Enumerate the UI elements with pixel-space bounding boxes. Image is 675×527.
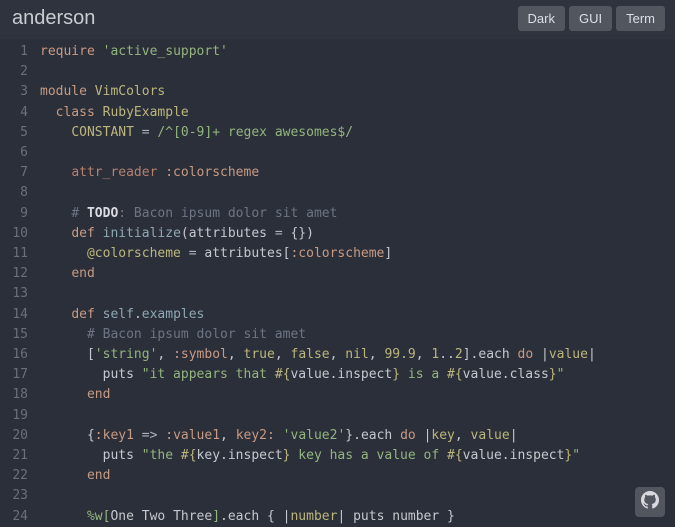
code-line: 9 # TODO: Bacon ipsum dolor sit amet bbox=[0, 204, 675, 224]
code-line: 3module VimColors bbox=[0, 82, 675, 102]
line-number: 7 bbox=[0, 163, 32, 183]
line-number: 23 bbox=[0, 486, 32, 506]
line-number: 22 bbox=[0, 466, 32, 486]
colorscheme-title: anderson bbox=[12, 7, 95, 30]
line-content: # Bacon ipsum dolor sit amet bbox=[32, 325, 306, 345]
line-content: def initialize(attributes = {}) bbox=[32, 224, 314, 244]
code-line: 23 bbox=[0, 486, 675, 506]
code-editor: 1require 'active_support'23module VimCol… bbox=[0, 39, 675, 527]
line-number: 16 bbox=[0, 345, 32, 365]
line-content: @colorscheme = attributes[:colorscheme] bbox=[32, 244, 392, 264]
line-content: end bbox=[32, 466, 110, 486]
line-number: 4 bbox=[0, 103, 32, 123]
code-line: 1require 'active_support' bbox=[0, 42, 675, 62]
code-line: 2 bbox=[0, 62, 675, 82]
line-content: # TODO: Bacon ipsum dolor sit amet bbox=[32, 204, 337, 224]
line-number: 15 bbox=[0, 325, 32, 345]
line-content: CONSTANT = /^[0-9]+ regex awesomes$/ bbox=[32, 123, 353, 143]
gui-button[interactable]: GUI bbox=[569, 6, 612, 31]
line-number: 20 bbox=[0, 426, 32, 446]
line-content: module VimColors bbox=[32, 82, 165, 102]
line-number: 6 bbox=[0, 143, 32, 163]
line-number: 11 bbox=[0, 244, 32, 264]
line-content: class RubyExample bbox=[32, 103, 189, 123]
line-content: def self.examples bbox=[32, 305, 204, 325]
code-line: 12 end bbox=[0, 264, 675, 284]
line-number: 14 bbox=[0, 305, 32, 325]
code-line: 22 end bbox=[0, 466, 675, 486]
line-content bbox=[32, 406, 40, 426]
line-number: 8 bbox=[0, 183, 32, 203]
code-line: 19 bbox=[0, 406, 675, 426]
dark-button[interactable]: Dark bbox=[518, 6, 565, 31]
line-number: 1 bbox=[0, 42, 32, 62]
line-content bbox=[32, 183, 40, 203]
code-line: 18 end bbox=[0, 385, 675, 405]
line-number: 17 bbox=[0, 365, 32, 385]
code-line: 17 puts "it appears that #{value.inspect… bbox=[0, 365, 675, 385]
code-line: 20 {:key1 => :value1, key2: 'value2'}.ea… bbox=[0, 426, 675, 446]
code-line: 21 puts "the #{key.inspect} key has a va… bbox=[0, 446, 675, 466]
line-content: end bbox=[32, 264, 95, 284]
line-number: 18 bbox=[0, 385, 32, 405]
term-button[interactable]: Term bbox=[616, 6, 665, 31]
line-number: 2 bbox=[0, 62, 32, 82]
code-line: 14 def self.examples bbox=[0, 305, 675, 325]
code-line: 6 bbox=[0, 143, 675, 163]
line-number: 3 bbox=[0, 82, 32, 102]
line-content: ['string', :symbol, true, false, nil, 99… bbox=[32, 345, 596, 365]
line-number: 24 bbox=[0, 507, 32, 527]
code-line: 4 class RubyExample bbox=[0, 103, 675, 123]
line-content: attr_reader :colorscheme bbox=[32, 163, 259, 183]
line-number: 19 bbox=[0, 406, 32, 426]
line-content bbox=[32, 143, 40, 163]
line-number: 5 bbox=[0, 123, 32, 143]
line-content: require 'active_support' bbox=[32, 42, 228, 62]
code-line: 24 %w[One Two Three].each { |number| put… bbox=[0, 507, 675, 527]
line-content: end bbox=[32, 385, 110, 405]
code-line: 16 ['string', :symbol, true, false, nil,… bbox=[0, 345, 675, 365]
code-line: 13 bbox=[0, 284, 675, 304]
code-line: 11 @colorscheme = attributes[:colorschem… bbox=[0, 244, 675, 264]
github-link[interactable] bbox=[635, 487, 665, 517]
code-line: 7 attr_reader :colorscheme bbox=[0, 163, 675, 183]
mode-buttons: Dark GUI Term bbox=[518, 6, 665, 31]
code-line: 8 bbox=[0, 183, 675, 203]
line-content: puts "the #{key.inspect} key has a value… bbox=[32, 446, 580, 466]
line-content bbox=[32, 62, 40, 82]
line-content: {:key1 => :value1, key2: 'value2'}.each … bbox=[32, 426, 518, 446]
line-number: 10 bbox=[0, 224, 32, 244]
code-line: 5 CONSTANT = /^[0-9]+ regex awesomes$/ bbox=[0, 123, 675, 143]
code-line: 10 def initialize(attributes = {}) bbox=[0, 224, 675, 244]
line-number: 12 bbox=[0, 264, 32, 284]
header-bar: anderson Dark GUI Term bbox=[0, 0, 675, 39]
github-icon bbox=[641, 491, 659, 513]
line-number: 13 bbox=[0, 284, 32, 304]
line-number: 9 bbox=[0, 204, 32, 224]
line-content: puts "it appears that #{value.inspect} i… bbox=[32, 365, 564, 385]
line-content: %w[One Two Three].each { |number| puts n… bbox=[32, 507, 455, 527]
line-content bbox=[32, 486, 40, 506]
code-line: 15 # Bacon ipsum dolor sit amet bbox=[0, 325, 675, 345]
line-number: 21 bbox=[0, 446, 32, 466]
line-content bbox=[32, 284, 40, 304]
